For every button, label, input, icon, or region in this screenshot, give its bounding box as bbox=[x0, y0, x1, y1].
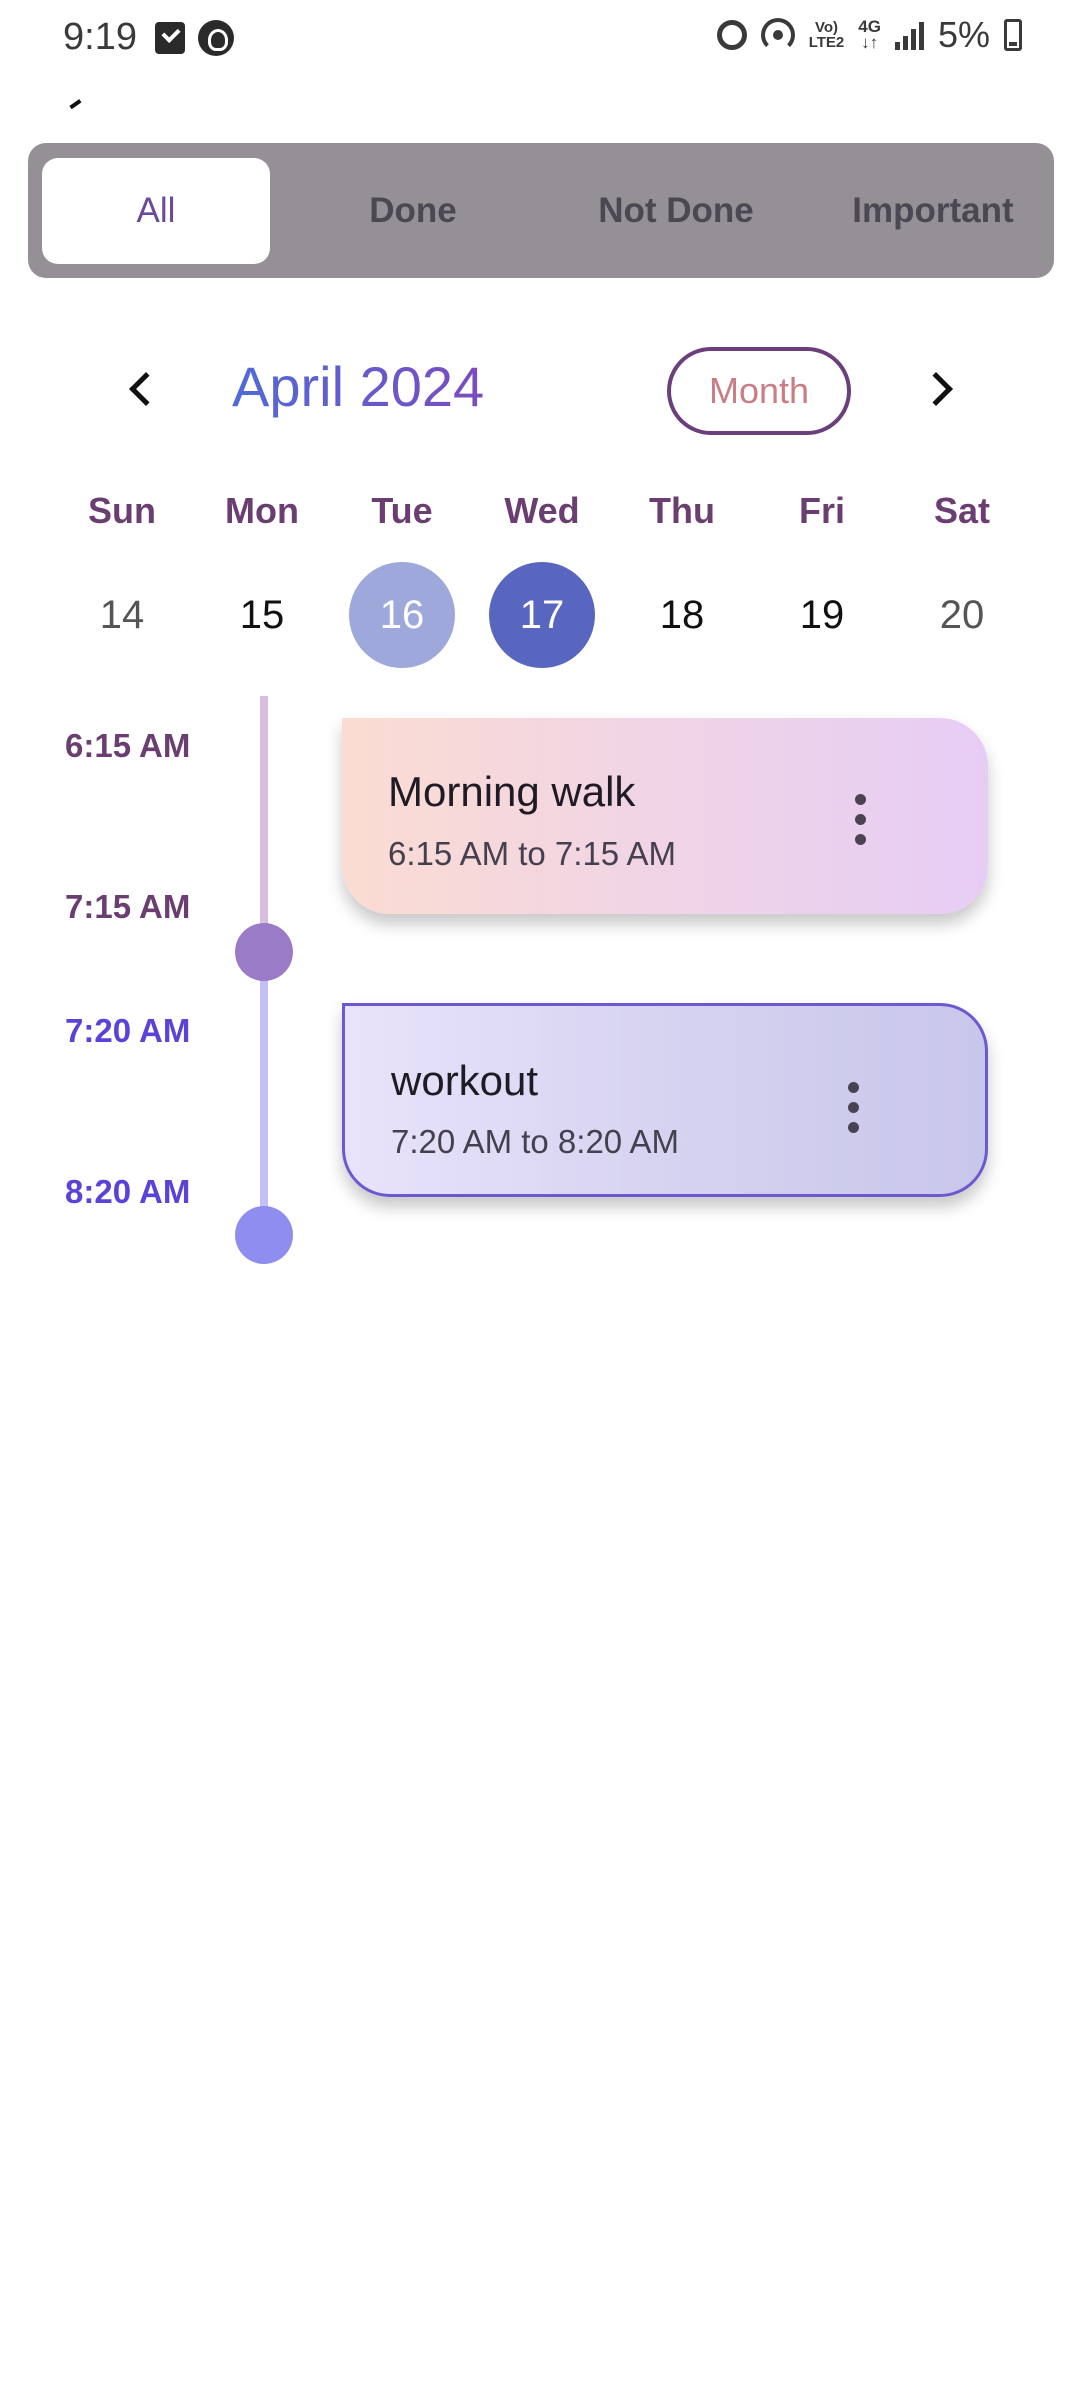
task-start-time: 7:20 AM bbox=[65, 1012, 191, 1049]
chevron-left-icon bbox=[129, 372, 163, 406]
timeline-dot bbox=[235, 1206, 293, 1264]
more-options-icon[interactable] bbox=[833, 1082, 873, 1136]
day-name: Thu bbox=[649, 490, 715, 531]
status-bar: 9:19 Vo) LTE2 4G ↓↑ 5% bbox=[0, 0, 1080, 80]
day-wed[interactable]: Wed 17 bbox=[482, 490, 602, 668]
day-date: 15 bbox=[239, 592, 285, 637]
battery-icon bbox=[1004, 19, 1022, 51]
timeline-connector bbox=[260, 948, 268, 1238]
task-title: workout bbox=[391, 1057, 539, 1104]
filter-all-tab[interactable]: All bbox=[42, 158, 270, 264]
alarm-icon bbox=[716, 20, 747, 50]
checkbox-notification-icon bbox=[155, 22, 185, 54]
day-sat[interactable]: Sat 20 bbox=[902, 490, 1022, 668]
next-week-button[interactable] bbox=[912, 360, 972, 420]
day-date: 14 bbox=[99, 592, 145, 637]
day-date: 18 bbox=[659, 592, 705, 637]
network-4g-icon: 4G ↓↑ bbox=[858, 17, 881, 52]
day-name: Sun bbox=[88, 490, 156, 531]
day-fri[interactable]: Fri 19 bbox=[762, 490, 882, 668]
task-time-range: 6:15 AM to 7:15 AM bbox=[388, 835, 677, 872]
day-tue[interactable]: Tue 16 bbox=[342, 490, 462, 668]
back-arrow-icon[interactable] bbox=[69, 99, 83, 111]
filter-done-tab[interactable]: Done bbox=[298, 158, 528, 264]
task-start-time: 6:15 AM bbox=[65, 727, 191, 764]
previous-week-button[interactable] bbox=[110, 360, 170, 420]
filter-segmented-control: All Done Not Done Important bbox=[28, 143, 1054, 278]
day-date-selected: 17 bbox=[489, 562, 595, 668]
day-date: 20 bbox=[939, 592, 985, 637]
day-thu[interactable]: Thu 18 bbox=[622, 490, 742, 668]
app-notification-icon bbox=[198, 20, 234, 56]
task-end-time: 8:20 AM bbox=[65, 1173, 191, 1210]
month-view-button[interactable]: Month bbox=[667, 347, 851, 435]
volte-icon: Vo) LTE2 bbox=[808, 19, 845, 51]
timeline-connector bbox=[260, 696, 268, 948]
day-name: Sat bbox=[933, 490, 991, 531]
day-name: Tue bbox=[371, 490, 433, 531]
status-time: 9:19 bbox=[63, 16, 137, 58]
task-card[interactable]: Morning walk 6:15 AM to 7:15 AM bbox=[342, 718, 988, 914]
battery-percentage: 5% bbox=[937, 14, 990, 55]
day-name: Fri bbox=[798, 490, 845, 531]
filter-not-done-tab[interactable]: Not Done bbox=[556, 158, 796, 264]
day-mon[interactable]: Mon 15 bbox=[202, 490, 322, 668]
task-time-range: 7:20 AM to 8:20 AM bbox=[391, 1123, 680, 1160]
chevron-right-icon bbox=[919, 372, 953, 406]
task-card[interactable]: workout 7:20 AM to 8:20 AM bbox=[342, 1003, 988, 1197]
day-sun[interactable]: Sun 14 bbox=[62, 490, 182, 668]
task-title: Morning walk bbox=[388, 768, 636, 815]
day-date: 19 bbox=[799, 592, 845, 637]
task-end-time: 7:15 AM bbox=[65, 888, 191, 925]
hotspot-icon bbox=[760, 18, 795, 52]
more-options-icon[interactable] bbox=[840, 794, 880, 848]
timeline-dot bbox=[235, 923, 293, 981]
day-name: Mon bbox=[225, 490, 299, 531]
day-name: Wed bbox=[504, 490, 580, 531]
month-title: April 2024 bbox=[232, 355, 485, 418]
signal-icon bbox=[894, 20, 924, 50]
filter-important-tab[interactable]: Important bbox=[818, 158, 1048, 264]
day-date-today: 16 bbox=[349, 562, 455, 668]
